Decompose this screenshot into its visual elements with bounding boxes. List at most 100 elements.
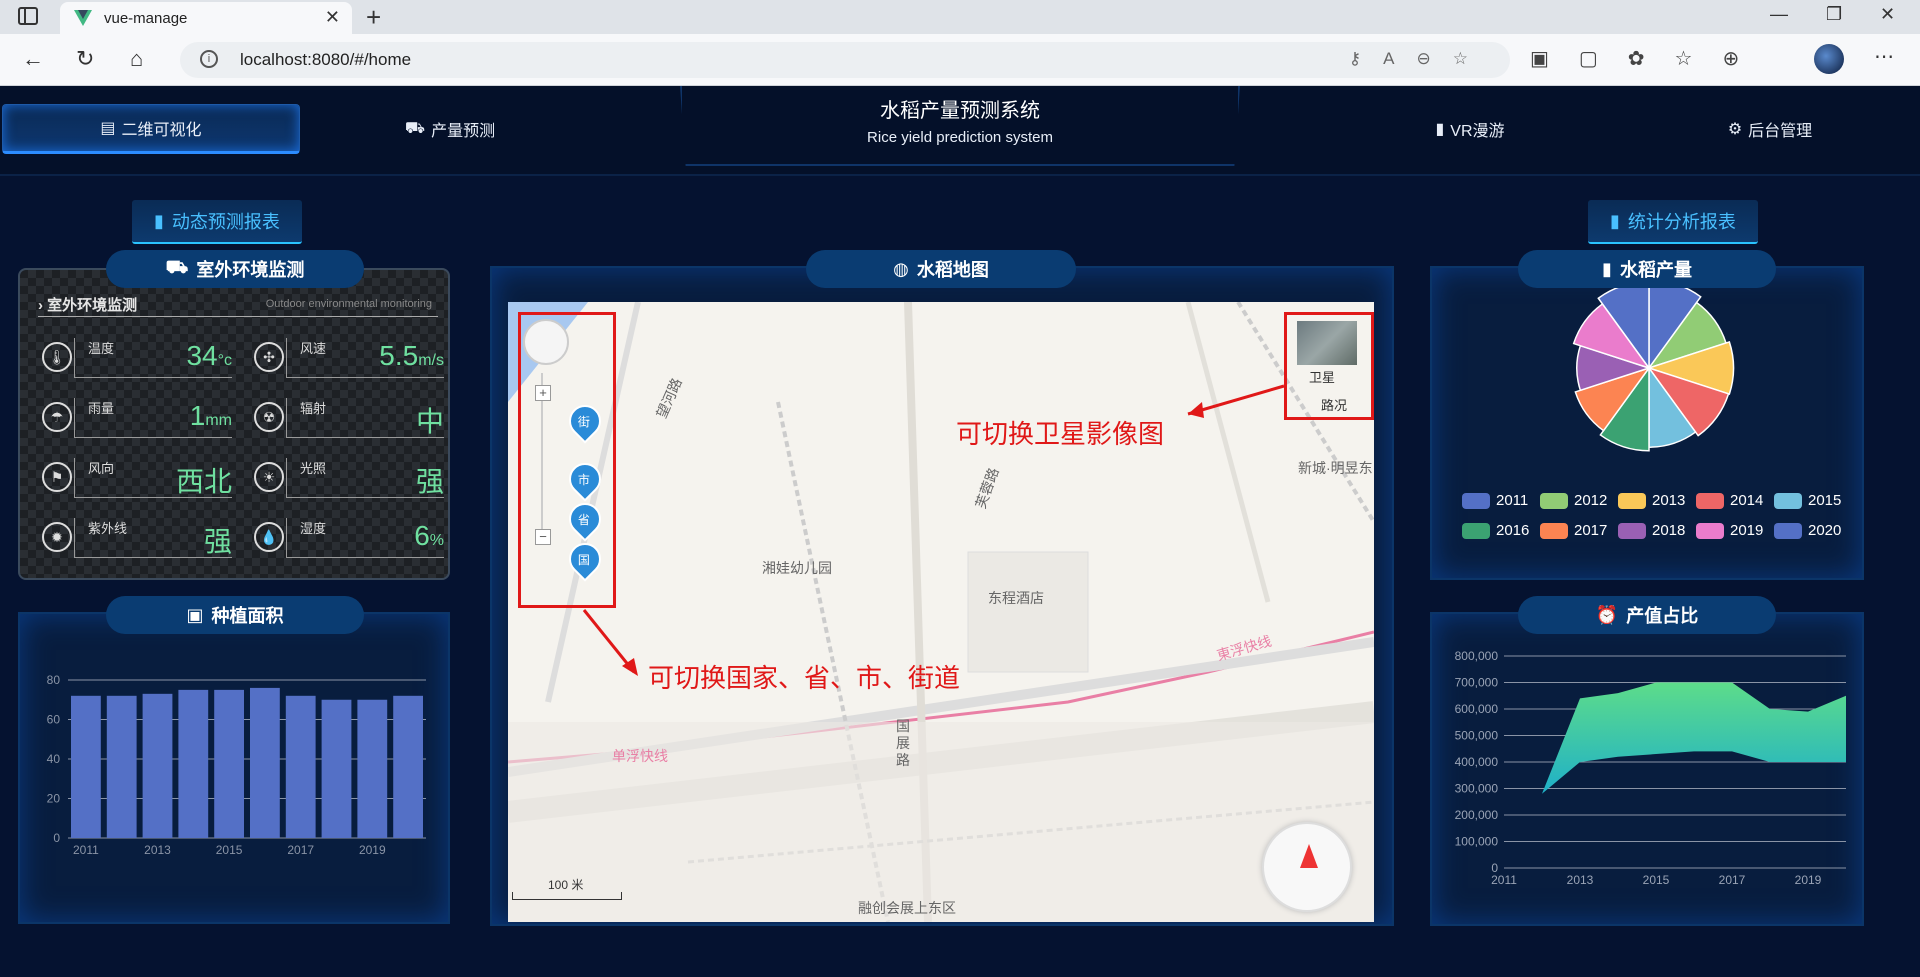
wind-direction-icon: ⚑	[42, 462, 72, 492]
env-value: 强	[416, 460, 444, 500]
legend-item[interactable]: 2011	[1462, 492, 1528, 509]
compass-control[interactable]	[1262, 822, 1352, 912]
panel-title-text: 水稻产量	[1619, 260, 1692, 280]
minimize-icon[interactable]: —	[1770, 4, 1788, 25]
env-label: 风速	[300, 341, 327, 356]
nav-item-label: 后台管理	[1748, 123, 1813, 140]
y-tick-label: 200,000	[1455, 808, 1499, 822]
reload-icon[interactable]: ↻	[76, 46, 94, 72]
env-value-number: 强	[415, 466, 444, 497]
env-value-number: 强	[203, 526, 232, 557]
nav-item-admin[interactable]: ⚙ 后台管理	[1630, 104, 1910, 154]
window-close-icon[interactable]: ✕	[1880, 4, 1895, 25]
title-zh: 水稻产量预测系统	[880, 100, 1040, 122]
legend-item[interactable]: 2013	[1618, 492, 1685, 509]
env-label: 湿度	[300, 521, 327, 536]
rice-map[interactable]: 湘娃幼儿园 东程酒店 新城·明昱东 融创会展上东区 国展路 望河路 芙蓉路 東浮…	[508, 302, 1374, 922]
legend-swatch	[1462, 522, 1490, 539]
legend-item[interactable]: 2016	[1462, 522, 1529, 539]
env-value-unit: m/s	[418, 352, 444, 369]
x-tick-label: 2017	[287, 843, 314, 857]
y-tick-label: 60	[47, 713, 61, 727]
env-value: 中	[416, 400, 444, 440]
more-menu-icon[interactable]: ⋯	[1874, 44, 1894, 69]
env-cell: ⚑ 风向 西北	[42, 452, 242, 502]
legend-item[interactable]: 2020	[1774, 522, 1841, 539]
monitor-icon: ▣	[186, 604, 204, 625]
alarm-icon: ⏰	[1595, 604, 1619, 625]
legend-swatch	[1618, 492, 1646, 509]
env-cell: ✹ 紫外线 强	[42, 512, 242, 562]
env-value-number: 西北	[175, 466, 232, 497]
env-label: 辐射	[300, 401, 327, 416]
y-tick-label: 500,000	[1455, 729, 1499, 743]
legend-swatch	[1774, 492, 1802, 509]
y-tick-label: 40	[47, 752, 61, 766]
bar	[393, 695, 423, 838]
legend-item[interactable]: 2014	[1696, 492, 1763, 509]
env-monitor-card: › 室外环境监测 Outdoor environmental monitorin…	[18, 268, 450, 580]
legend-swatch	[1774, 522, 1802, 539]
x-tick-label: 2015	[216, 843, 243, 857]
restore-icon[interactable]: ❐	[1826, 4, 1842, 25]
legend-swatch	[1618, 522, 1646, 539]
new-tab-icon[interactable]: +	[366, 2, 381, 33]
y-tick-label: 20	[47, 792, 61, 806]
legend-swatch	[1462, 492, 1490, 509]
vue-logo-icon	[74, 10, 92, 26]
x-tick-label: 2015	[1643, 873, 1670, 887]
x-tick-label: 2019	[1795, 873, 1822, 887]
x-tick-label: 2013	[1567, 873, 1594, 887]
toolbar-extension-icons[interactable]: ▣▢✿☆⊕	[1530, 46, 1769, 71]
env-cell: ☂ 雨量 1mm	[42, 392, 242, 442]
home-icon[interactable]: ⌂	[130, 46, 143, 72]
panel-title-text: 室外环境监测	[196, 260, 305, 280]
value-panel: 0 100,000 200,000 300,000 400,000 500,000 600,…	[1430, 612, 1864, 926]
map-panel-title: ◍ 水稻地图	[806, 250, 1076, 288]
nav-item-label: 产量预测	[431, 123, 496, 140]
env-label: 雨量	[88, 401, 115, 416]
legend-item[interactable]: 2019	[1696, 522, 1763, 539]
y-tick-label: 600,000	[1455, 702, 1499, 716]
site-info-icon[interactable]: i	[200, 50, 218, 68]
legend-label: 2019	[1730, 522, 1764, 539]
y-tick-label: 300,000	[1455, 782, 1499, 796]
legend-item[interactable]: 2015	[1774, 492, 1841, 509]
nav-item-label: 二维可视化	[121, 122, 202, 139]
y-tick-label: 80	[47, 673, 61, 687]
legend-item[interactable]: 2018	[1618, 522, 1685, 539]
sidebar-toggle-icon[interactable]	[18, 7, 38, 25]
tab-close-icon[interactable]: ✕	[325, 7, 340, 28]
dynamic-report-button[interactable]: ▮ 动态预测报表	[132, 200, 302, 244]
nav-item-2d-visualization[interactable]: ▤ 二维可视化	[2, 104, 300, 154]
legend-item[interactable]: 2017	[1540, 522, 1607, 539]
divider	[38, 316, 438, 317]
stat-report-button[interactable]: ▮ 统计分析报表	[1588, 200, 1758, 244]
scale-label: 100 米	[548, 878, 584, 892]
avatar[interactable]	[1814, 44, 1844, 74]
url-actions-icons[interactable]: ⚷A⊖☆	[1349, 49, 1490, 69]
rain-icon: ☂	[42, 402, 72, 432]
radiation-icon: ☢	[254, 402, 284, 432]
yield-rose-chart	[1572, 279, 1735, 452]
bar-chart-icon: ▮	[1602, 258, 1612, 279]
globe-icon: ◍	[893, 258, 909, 279]
env-value: 6%	[414, 520, 444, 552]
url-field[interactable]: i localhost:8080/#/home ⚷A⊖☆	[180, 42, 1510, 78]
x-tick-label: 2019	[359, 843, 386, 857]
back-icon[interactable]: ←	[22, 46, 44, 72]
legend-label: 2011	[1496, 492, 1529, 509]
env-label: 温度	[88, 341, 115, 356]
bar	[285, 695, 316, 838]
scale-bar	[512, 892, 622, 900]
y-tick-label: 100,000	[1455, 835, 1499, 849]
bar	[357, 699, 388, 838]
nav-item-yield-prediction[interactable]: ⛟ 产量预测	[310, 104, 590, 154]
legend-item[interactable]: 2012	[1540, 492, 1607, 509]
env-cell: ✣ 风速 5.5m/s	[254, 332, 454, 382]
panel-title-text: 水稻地图	[916, 260, 989, 280]
env-value-number: 6	[414, 520, 430, 551]
compass-needle	[1300, 844, 1318, 868]
browser-tab[interactable]: vue-manage ✕	[60, 2, 352, 34]
nav-item-vr-tour[interactable]: ▮ VR漫游	[1330, 104, 1610, 154]
